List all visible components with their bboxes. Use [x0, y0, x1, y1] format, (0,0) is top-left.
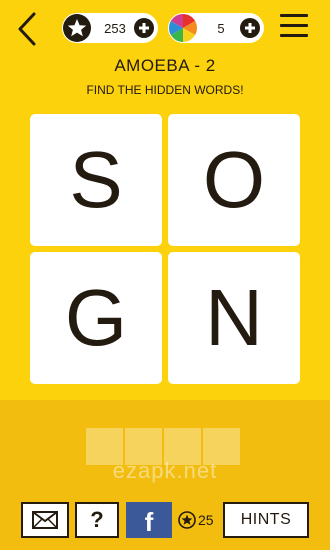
stars-count: 253 — [104, 20, 126, 36]
star-coin-icon — [63, 14, 91, 42]
hint-cost: 25 — [178, 511, 214, 529]
chevron-left-icon — [18, 12, 36, 46]
letter-tile[interactable]: N — [168, 252, 300, 384]
back-button[interactable] — [14, 10, 40, 48]
envelope-icon — [32, 511, 58, 529]
star-coin-icon — [178, 511, 196, 529]
mail-button[interactable] — [21, 502, 69, 538]
hints-button[interactable]: HINTS — [223, 502, 309, 538]
letter-tile[interactable]: O — [168, 114, 300, 246]
letter-tile[interactable]: S — [30, 114, 162, 246]
facebook-button[interactable]: f — [126, 502, 172, 538]
stars-counter: 253 — [62, 13, 158, 43]
watermark: ezapk.net — [112, 458, 218, 483]
add-colors-icon[interactable] — [240, 18, 260, 38]
level-title: AMOEBA - 2 — [114, 56, 216, 75]
facebook-icon: f — [144, 506, 154, 537]
help-button[interactable]: ? — [75, 502, 119, 538]
level-instruction: FIND THE HIDDEN WORDS! — [86, 83, 244, 97]
letter-tile[interactable]: G — [30, 252, 162, 384]
color-wheel-icon — [169, 14, 197, 42]
hint-cost-value: 25 — [198, 512, 214, 528]
color-counter: 5 — [168, 13, 264, 43]
hamburger-icon — [280, 14, 308, 37]
add-stars-icon[interactable] — [134, 18, 154, 38]
menu-button[interactable] — [280, 14, 308, 40]
colors-count: 5 — [217, 20, 225, 36]
